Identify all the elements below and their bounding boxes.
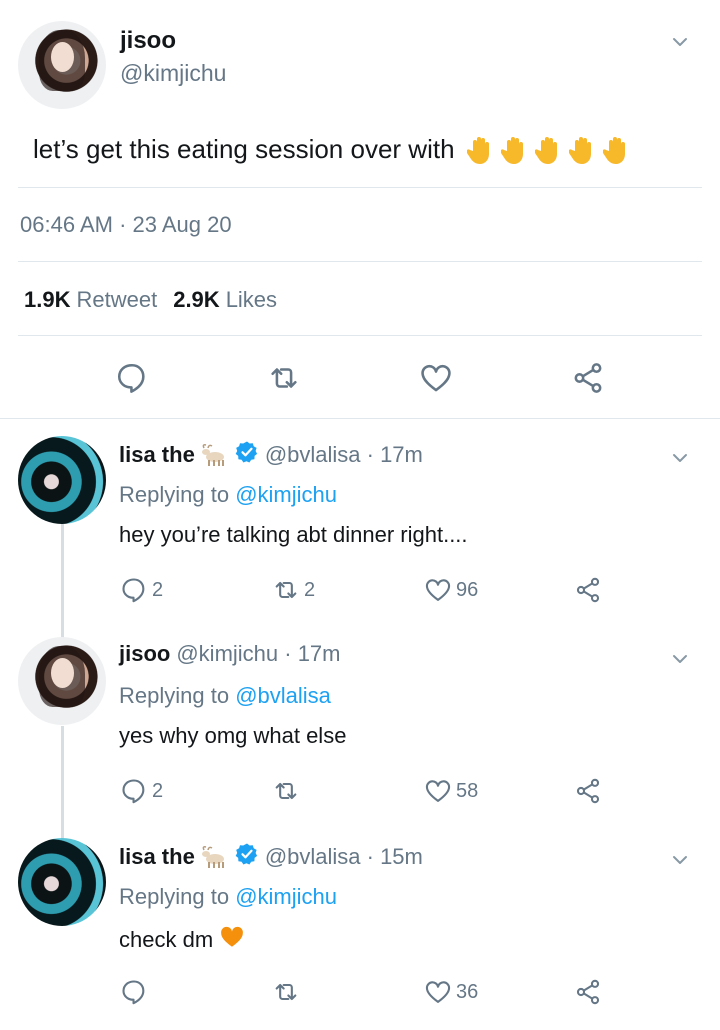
raised-hand-emoji-icon: [567, 135, 597, 165]
author-handle[interactable]: @kimjichu: [120, 60, 226, 87]
replying-to-label: Replying to: [119, 884, 230, 909]
tweet-text-content: let’s get this eating session over with: [33, 134, 455, 164]
divider: [18, 187, 702, 188]
divider: [18, 335, 702, 336]
reply-author-name[interactable]: jisoo: [119, 641, 170, 667]
retweet-button[interactable]: [272, 777, 304, 805]
reply-author-name[interactable]: lisa the: [119, 844, 195, 870]
author-name[interactable]: jisoo: [120, 27, 176, 55]
reply-handle-time[interactable]: @kimjichu · 17m: [176, 641, 340, 667]
reply-action-bar: 36: [0, 978, 720, 1018]
main-tweet: jisoo @kimjichu let’s get this eating se…: [0, 0, 720, 418]
retweet-count[interactable]: 1.9K: [24, 287, 70, 313]
like-count: 96: [456, 578, 479, 601]
share-icon: [576, 778, 600, 804]
tweet-timestamp[interactable]: 06:46 AM · 23 Aug 20: [20, 212, 232, 238]
tweet-action-bar: [0, 350, 720, 406]
share-button[interactable]: [574, 576, 602, 604]
verified-icon: [235, 440, 259, 470]
reply-icon: [122, 980, 145, 1005]
chevron-down-icon[interactable]: [672, 450, 688, 466]
tweet-stats: 1.9K Retweet 2.9K Likes: [24, 287, 287, 313]
like-count: 58: [456, 779, 479, 802]
reply-action-bar: 2 58: [0, 777, 720, 817]
avatar[interactable]: [18, 21, 106, 109]
reply-tweet: jisoo @kimjichu · 17m Replying to @bvlal…: [0, 619, 720, 819]
replying-to: Replying to @bvlalisa: [119, 683, 331, 709]
reply-handle-time[interactable]: @bvlalisa · 17m: [265, 442, 423, 468]
goat-emoji-icon: [201, 443, 229, 467]
reply-icon: [122, 779, 145, 804]
replying-to: Replying to @kimjichu: [119, 884, 337, 910]
raised-hand-emoji-icon: [499, 135, 529, 165]
retweet-icon: [275, 782, 297, 800]
like-button[interactable]: 58: [424, 777, 478, 805]
avatar[interactable]: [18, 637, 106, 725]
like-icon: [425, 780, 451, 802]
reply-text: yes why omg what else: [119, 723, 347, 748]
raised-hand-emoji-group: [465, 135, 631, 165]
replying-to-label: Replying to: [119, 482, 230, 507]
reply-text: hey you’re talking abt dinner right....: [119, 522, 468, 547]
reply-header: lisa the @bvlalisa · 17m: [119, 440, 423, 470]
raised-hand-emoji-icon: [601, 135, 631, 165]
like-button[interactable]: 36: [424, 978, 478, 1006]
replying-to: Replying to @kimjichu: [119, 482, 337, 508]
share-icon: [576, 979, 600, 1005]
orange-heart-emoji-icon: [219, 924, 245, 956]
chevron-down-icon[interactable]: [672, 852, 688, 868]
raised-hand-emoji-icon: [465, 135, 495, 165]
reply-tweet: lisa the @bvlalisa · 15m Replying to @ki…: [0, 820, 720, 1030]
avatar[interactable]: [18, 436, 106, 524]
tweet-text: let’s get this eating session over with: [33, 134, 631, 165]
retweet-label[interactable]: Retweet: [76, 287, 157, 313]
reply-icon[interactable]: [112, 358, 152, 398]
reply-button[interactable]: 2: [120, 777, 163, 805]
reply-icon: [122, 578, 145, 603]
like-icon: [425, 579, 451, 601]
reply-handle-time[interactable]: @bvlalisa · 15m: [265, 844, 423, 870]
reply-button[interactable]: [120, 978, 152, 1006]
avatar[interactable]: [18, 838, 106, 926]
reply-button[interactable]: 2: [120, 576, 163, 604]
reply-text-row: check dm: [119, 924, 245, 956]
like-icon[interactable]: [416, 358, 456, 398]
raised-hand-emoji-icon: [533, 135, 563, 165]
reply-count: 2: [152, 779, 164, 802]
reply-header: lisa the @bvlalisa · 15m: [119, 842, 423, 872]
goat-emoji-icon: [201, 845, 229, 869]
replying-to-mention[interactable]: @kimjichu: [235, 884, 337, 909]
share-button[interactable]: [574, 777, 602, 805]
reply-header: jisoo @kimjichu · 17m: [119, 641, 340, 667]
retweet-icon: [275, 983, 297, 1001]
share-button[interactable]: [574, 978, 602, 1006]
reply-text: check dm: [119, 927, 214, 952]
retweet-icon: [275, 581, 297, 599]
share-icon: [576, 577, 600, 603]
like-count: 36: [456, 980, 479, 1003]
chevron-down-icon[interactable]: [672, 651, 688, 667]
replying-to-mention[interactable]: @bvlalisa: [235, 683, 331, 708]
divider: [18, 261, 702, 262]
like-label[interactable]: Likes: [226, 287, 277, 313]
like-button[interactable]: 96: [424, 576, 478, 604]
replying-to-label: Replying to: [119, 683, 230, 708]
reply-action-bar: 2 2 96: [0, 576, 720, 616]
chevron-down-icon[interactable]: [672, 34, 688, 50]
verified-icon: [235, 842, 259, 872]
reply-count: 2: [152, 578, 164, 601]
retweet-count: 2: [304, 578, 316, 601]
reply-tweet: lisa the @bvlalisa · 17m Replying to @ki…: [0, 418, 720, 618]
retweet-button[interactable]: [272, 978, 304, 1006]
retweet-icon[interactable]: [264, 358, 304, 398]
replying-to-mention[interactable]: @kimjichu: [235, 482, 337, 507]
share-icon[interactable]: [568, 358, 608, 398]
like-count[interactable]: 2.9K: [173, 287, 219, 313]
retweet-button[interactable]: 2: [272, 576, 315, 604]
reply-author-name[interactable]: lisa the: [119, 442, 195, 468]
like-icon: [425, 981, 451, 1003]
